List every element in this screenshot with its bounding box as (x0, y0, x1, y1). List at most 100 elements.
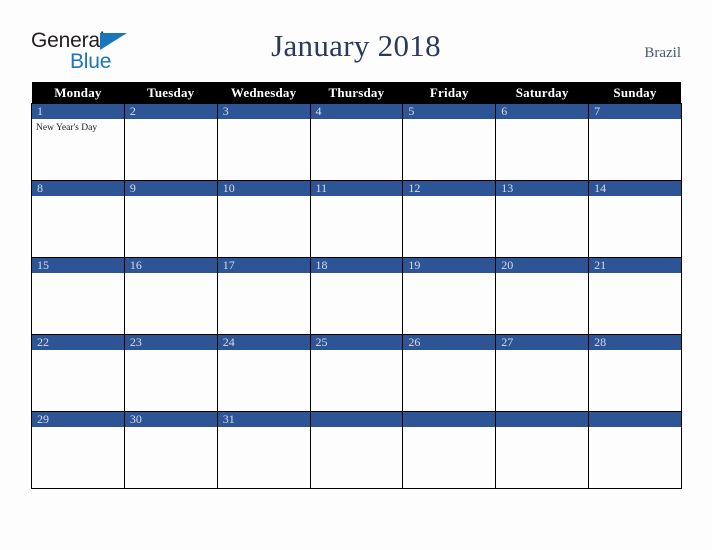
day-events (32, 273, 124, 334)
calendar-day-cell[interactable] (588, 411, 682, 489)
day-number: 8 (32, 181, 124, 196)
calendar-day-cell[interactable]: 12 (402, 180, 497, 258)
day-events (311, 273, 403, 334)
calendar-week-row: 29 30 31 (31, 411, 682, 489)
day-events (589, 196, 681, 257)
day-number: 6 (496, 104, 589, 119)
day-events (589, 119, 681, 180)
day-number: 16 (124, 258, 217, 273)
day-events (403, 350, 495, 411)
calendar-day-cell[interactable] (309, 411, 404, 489)
calendar-day-cell[interactable]: 26 (402, 334, 497, 412)
calendar-day-cell[interactable]: 17 (216, 257, 311, 335)
day-events (32, 196, 124, 257)
calendar-day-cell[interactable]: 5 (402, 103, 497, 181)
day-number: 5 (403, 104, 496, 119)
day-number: 12 (403, 181, 496, 196)
day-number: 11 (310, 181, 403, 196)
calendar-day-cell[interactable]: 29 (31, 411, 125, 489)
calendar-day-cell[interactable]: 1 New Year's Day (31, 103, 125, 181)
calendar-day-cell[interactable]: 9 (123, 180, 218, 258)
day-number: 9 (124, 181, 217, 196)
calendar-day-cell[interactable]: 4 (309, 103, 404, 181)
day-events (218, 350, 310, 411)
day-events (218, 119, 310, 180)
day-number: 20 (496, 258, 589, 273)
day-events (125, 427, 217, 488)
day-events (589, 350, 681, 411)
day-events (125, 119, 217, 180)
calendar-day-cell[interactable] (495, 411, 590, 489)
calendar-day-cell[interactable]: 14 (588, 180, 682, 258)
calendar-day-cell[interactable]: 28 (588, 334, 682, 412)
day-number: 13 (496, 181, 589, 196)
calendar-day-cell[interactable] (402, 411, 497, 489)
day-events (311, 119, 403, 180)
calendar-day-cell[interactable]: 8 (31, 180, 125, 258)
calendar-week-row: 15 16 17 18 19 20 21 (31, 257, 682, 335)
day-events (218, 273, 310, 334)
calendar-day-cell[interactable]: 7 (588, 103, 682, 181)
calendar-day-cell[interactable]: 6 (495, 103, 590, 181)
calendar-week-row: 8 9 10 11 12 13 14 (31, 180, 682, 258)
day-events: New Year's Day (32, 119, 124, 180)
calendar-day-cell[interactable]: 21 (588, 257, 682, 335)
calendar-day-cell[interactable]: 10 (216, 180, 311, 258)
calendar-day-cell[interactable]: 31 (216, 411, 311, 489)
day-number: 29 (32, 412, 124, 427)
day-events (496, 427, 588, 488)
day-number (496, 412, 589, 427)
day-number (589, 412, 681, 427)
day-number: 3 (217, 104, 310, 119)
day-events (589, 427, 681, 488)
calendar-day-cell[interactable]: 24 (216, 334, 311, 412)
day-number: 18 (310, 258, 403, 273)
day-events (125, 273, 217, 334)
day-number: 7 (589, 104, 681, 119)
calendar-week-row: 1 New Year's Day 2 3 4 5 6 7 (31, 103, 682, 181)
day-events (311, 196, 403, 257)
calendar-day-cell[interactable]: 20 (495, 257, 590, 335)
day-number: 31 (217, 412, 310, 427)
day-number (310, 412, 403, 427)
day-number: 23 (124, 335, 217, 350)
calendar-day-cell[interactable]: 2 (123, 103, 218, 181)
calendar-day-cell[interactable]: 15 (31, 257, 125, 335)
day-number: 17 (217, 258, 310, 273)
day-number: 24 (217, 335, 310, 350)
day-events (403, 196, 495, 257)
day-number: 30 (124, 412, 217, 427)
day-events (496, 350, 588, 411)
calendar-day-cell[interactable]: 25 (309, 334, 404, 412)
weekday-header-friday: Friday (402, 82, 496, 104)
day-events (403, 119, 495, 180)
weekday-header-thursday: Thursday (310, 82, 403, 104)
day-number: 22 (32, 335, 124, 350)
day-events (311, 427, 403, 488)
calendar-day-cell[interactable]: 30 (123, 411, 218, 489)
day-number: 4 (310, 104, 403, 119)
weekday-header-tuesday: Tuesday (124, 82, 218, 104)
calendar-day-cell[interactable]: 23 (123, 334, 218, 412)
day-number: 14 (589, 181, 681, 196)
weekday-header-sunday: Sunday (588, 82, 682, 104)
weekday-header-saturday: Saturday (495, 82, 589, 104)
day-events (218, 427, 310, 488)
calendar-day-cell[interactable]: 18 (309, 257, 404, 335)
weekday-header-monday: Monday (31, 82, 125, 104)
calendar-week-row: 22 23 24 25 26 27 28 (31, 334, 682, 412)
day-events (403, 427, 495, 488)
calendar-grid-container: Monday Tuesday Wednesday Thursday Friday… (31, 82, 682, 489)
page-header: General Blue January 2018 Brazil (0, 0, 712, 82)
day-events (403, 273, 495, 334)
holiday-event-label: New Year's Day (36, 123, 98, 133)
calendar-day-cell[interactable]: 22 (31, 334, 125, 412)
calendar-day-cell[interactable]: 27 (495, 334, 590, 412)
day-events (125, 350, 217, 411)
calendar-day-cell[interactable]: 19 (402, 257, 497, 335)
calendar-day-cell[interactable]: 11 (309, 180, 404, 258)
calendar-day-cell[interactable]: 3 (216, 103, 311, 181)
calendar-day-cell[interactable]: 16 (123, 257, 218, 335)
calendar-day-cell[interactable]: 13 (495, 180, 590, 258)
day-number: 2 (124, 104, 217, 119)
